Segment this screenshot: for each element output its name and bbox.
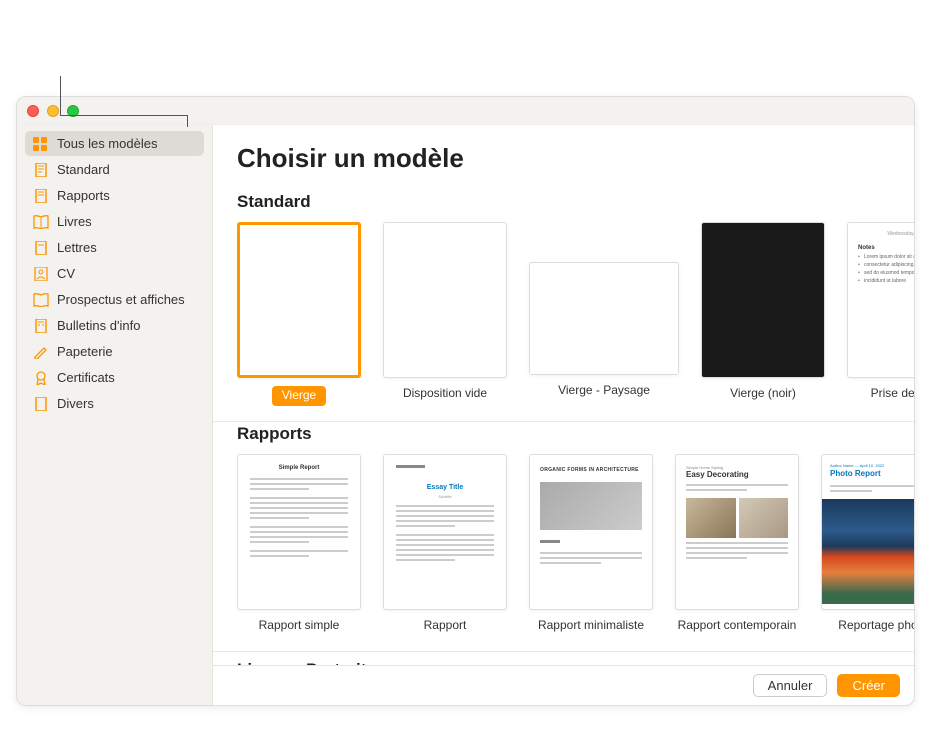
template-thumb: ORGANIC FORMS IN ARCHITECTURE (529, 454, 653, 610)
thumb-heading: Photo Report (830, 469, 914, 478)
thumb-image (822, 499, 914, 604)
thumb-image (540, 482, 642, 530)
section-title-reports: Rapports (237, 424, 914, 444)
sidebar-item-stationery[interactable]: Papeterie (25, 339, 204, 364)
sidebar-item-books[interactable]: Livres (25, 209, 204, 234)
sidebar-item-cv[interactable]: CV (25, 261, 204, 286)
sidebar-item-label: Lettres (57, 240, 97, 255)
template-thumb (701, 222, 825, 378)
template-scroll-area[interactable]: Choisir un modèle Standard Vierge Dispos… (213, 125, 914, 665)
sidebar: Tous les modèles Standard Rapports Livre… (17, 125, 213, 705)
template-report-simple[interactable]: Simple Report Rapport si (237, 454, 361, 634)
template-label: Vierge (272, 386, 326, 406)
doc-icon (33, 163, 49, 177)
doc-icon (33, 241, 49, 255)
sidebar-item-newsletters[interactable]: Bulletins d'info (25, 313, 204, 338)
thumb-heading: Easy Decorating (686, 470, 788, 479)
section-title-standard: Standard (237, 192, 914, 212)
sidebar-item-all-templates[interactable]: Tous les modèles (25, 131, 204, 156)
template-label: Vierge - Paysage (558, 383, 650, 399)
template-report-photo[interactable]: Author Name — April 10, 2022 Photo Repor… (821, 454, 914, 634)
template-report[interactable]: Essay Title Subtitle Rapport (383, 454, 507, 634)
template-thumb (529, 262, 679, 375)
sidebar-item-label: Prospectus et affiches (57, 292, 185, 307)
template-label: Rapport (424, 618, 467, 634)
template-report-contemporary[interactable]: Simple Home Styling Easy Decorating (675, 454, 799, 634)
profile-icon (33, 267, 49, 281)
template-row-standard: Vierge Disposition vide Vierge - Paysage… (237, 222, 914, 406)
thumb-image (739, 498, 789, 538)
template-blank-landscape[interactable]: Vierge - Paysage (529, 222, 679, 406)
doc-icon (33, 397, 49, 411)
close-window-button[interactable] (27, 105, 39, 117)
annotation-callout-line (60, 76, 188, 116)
template-label: Rapport simple (259, 618, 340, 634)
template-report-minimal[interactable]: ORGANIC FORMS IN ARCHITECTURE Rapport mi… (529, 454, 653, 634)
create-button[interactable]: Créer (837, 674, 900, 697)
sidebar-item-letters[interactable]: Lettres (25, 235, 204, 260)
sidebar-item-label: Rapports (57, 188, 110, 203)
doc-icon (33, 319, 49, 333)
template-thumb (383, 222, 507, 378)
minimize-window-button[interactable] (47, 105, 59, 117)
template-label: Rapport contemporain (678, 618, 797, 634)
thumb-subtitle: Subtitle (396, 494, 494, 499)
template-thumb: Simple Report (237, 454, 361, 610)
template-row-reports: Simple Report Rapport si (237, 454, 914, 634)
template-chooser-window: Tous les modèles Standard Rapports Livre… (16, 96, 915, 706)
sidebar-item-flyers[interactable]: Prospectus et affiches (25, 287, 204, 312)
template-thumb (237, 222, 361, 378)
thumb-heading: Essay Title (396, 484, 494, 491)
thumb-image (686, 498, 736, 538)
template-label: Prise de notes (871, 386, 914, 402)
main-panel: Choisir un modèle Standard Vierge Dispos… (213, 125, 914, 705)
sidebar-item-certificates[interactable]: Certificats (25, 365, 204, 390)
template-blank[interactable]: Vierge (237, 222, 361, 406)
thumb-heading: Simple Report (250, 465, 348, 471)
grid-icon (33, 137, 49, 151)
book-icon (33, 293, 49, 307)
template-label: Disposition vide (403, 386, 487, 402)
template-label: Reportage photo (838, 618, 914, 634)
template-thumb: Essay Title Subtitle (383, 454, 507, 610)
book-icon (33, 215, 49, 229)
thumb-heading: Notes (858, 245, 914, 251)
sidebar-item-standard[interactable]: Standard (25, 157, 204, 182)
section-divider (213, 421, 914, 422)
sidebar-item-label: Bulletins d'info (57, 318, 140, 333)
template-label: Vierge (noir) (730, 386, 796, 402)
template-thumb: Wednesday, December 10, 2022 Notes Lorem… (847, 222, 914, 378)
pencil-icon (33, 345, 49, 359)
sidebar-item-label: Livres (57, 214, 92, 229)
dialog-footer: Annuler Créer (213, 665, 914, 705)
template-blank-layout[interactable]: Disposition vide (383, 222, 507, 406)
template-notes[interactable]: Wednesday, December 10, 2022 Notes Lorem… (847, 222, 914, 406)
sidebar-item-reports[interactable]: Rapports (25, 183, 204, 208)
sidebar-item-label: Divers (57, 396, 94, 411)
sidebar-item-label: CV (57, 266, 75, 281)
template-label: Rapport minimaliste (538, 618, 644, 634)
window-body: Tous les modèles Standard Rapports Livre… (17, 125, 914, 705)
sidebar-item-label: Tous les modèles (57, 136, 157, 151)
doc-icon (33, 189, 49, 203)
sidebar-item-label: Standard (57, 162, 110, 177)
template-blank-dark[interactable]: Vierge (noir) (701, 222, 825, 406)
sidebar-item-label: Certificats (57, 370, 115, 385)
sidebar-item-misc[interactable]: Divers (25, 391, 204, 416)
sidebar-item-label: Papeterie (57, 344, 113, 359)
ribbon-icon (33, 371, 49, 385)
thumb-heading: ORGANIC FORMS IN ARCHITECTURE (540, 467, 642, 473)
page-title: Choisir un modèle (237, 143, 914, 174)
template-thumb: Author Name — April 10, 2022 Photo Repor… (821, 454, 914, 610)
cancel-button[interactable]: Annuler (753, 674, 828, 697)
template-thumb: Simple Home Styling Easy Decorating (675, 454, 799, 610)
thumb-date: Wednesday, December 10, 2022 (858, 231, 914, 237)
